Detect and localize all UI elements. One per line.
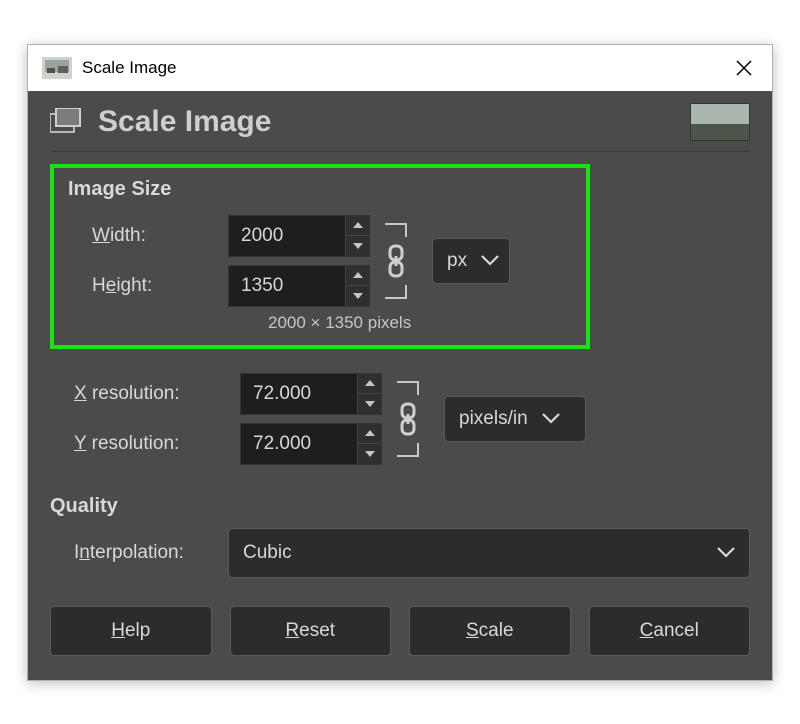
x-resolution-increment[interactable]	[357, 374, 381, 394]
cancel-button[interactable]: Cancel	[589, 606, 751, 656]
size-unit-value: px	[447, 250, 467, 272]
dialog-title: Scale Image	[98, 105, 690, 139]
chain-link-icon	[396, 402, 420, 436]
image-size-fields: Width: 2000 Height: 1350	[68, 211, 572, 311]
chevron-down-icon	[542, 408, 560, 430]
height-increment[interactable]	[345, 266, 369, 286]
width-label: Width:	[68, 225, 228, 247]
app-icon	[42, 57, 72, 79]
y-resolution-value: 72.000	[241, 433, 357, 455]
scale-image-icon	[50, 108, 84, 136]
interpolation-select[interactable]: Cubic	[228, 528, 750, 578]
interpolation-value: Cubic	[243, 542, 717, 564]
height-decrement[interactable]	[345, 285, 369, 306]
scale-image-dialog: Scale Image Scale Image Image Size Width…	[27, 44, 773, 681]
resolution-unit-value: pixels/in	[459, 408, 528, 430]
help-button[interactable]: Help	[50, 606, 212, 656]
resolution-unit-select[interactable]: pixels/in	[444, 396, 586, 442]
interpolation-label: Interpolation:	[50, 542, 228, 564]
size-unit-select[interactable]: px	[432, 238, 510, 284]
image-size-caption: 2000 × 1350 pixels	[268, 313, 572, 333]
interpolation-row: Interpolation: Cubic	[50, 528, 750, 578]
scale-button[interactable]: Scale	[409, 606, 571, 656]
width-input[interactable]: 2000	[228, 215, 370, 257]
x-resolution-value: 72.000	[241, 383, 357, 405]
width-decrement[interactable]	[345, 235, 369, 256]
image-thumbnail	[690, 103, 750, 141]
y-resolution-decrement[interactable]	[357, 443, 381, 464]
y-resolution-label: Y resolution:	[50, 433, 240, 455]
titlebar: Scale Image	[28, 45, 772, 91]
dialog-header: Scale Image	[50, 91, 750, 152]
width-increment[interactable]	[345, 216, 369, 236]
x-resolution-label: X resolution:	[50, 383, 240, 405]
size-link-toggle[interactable]	[378, 217, 414, 305]
dialog-body: Scale Image Image Size Width: 2000	[28, 91, 772, 680]
height-input[interactable]: 1350	[228, 265, 370, 307]
resolution-link-toggle[interactable]	[390, 375, 426, 463]
x-resolution-decrement[interactable]	[357, 393, 381, 414]
x-resolution-input[interactable]: 72.000	[240, 373, 382, 415]
y-resolution-increment[interactable]	[357, 424, 381, 444]
button-row: Help Reset Scale Cancel	[50, 606, 750, 656]
window-title: Scale Image	[82, 58, 716, 78]
image-size-section: Image Size Width: 2000	[50, 164, 590, 349]
reset-button[interactable]: Reset	[230, 606, 392, 656]
resolution-section: X resolution: 72.000 Y resolution:	[50, 369, 750, 469]
chevron-down-icon	[717, 542, 735, 564]
chain-link-icon	[384, 244, 408, 278]
width-value: 2000	[229, 225, 345, 247]
height-value: 1350	[229, 275, 345, 297]
y-resolution-input[interactable]: 72.000	[240, 423, 382, 465]
chevron-down-icon	[481, 250, 499, 272]
quality-title: Quality	[50, 495, 750, 518]
height-label: Height:	[68, 275, 228, 297]
image-size-title: Image Size	[68, 178, 572, 201]
close-button[interactable]	[716, 45, 772, 91]
